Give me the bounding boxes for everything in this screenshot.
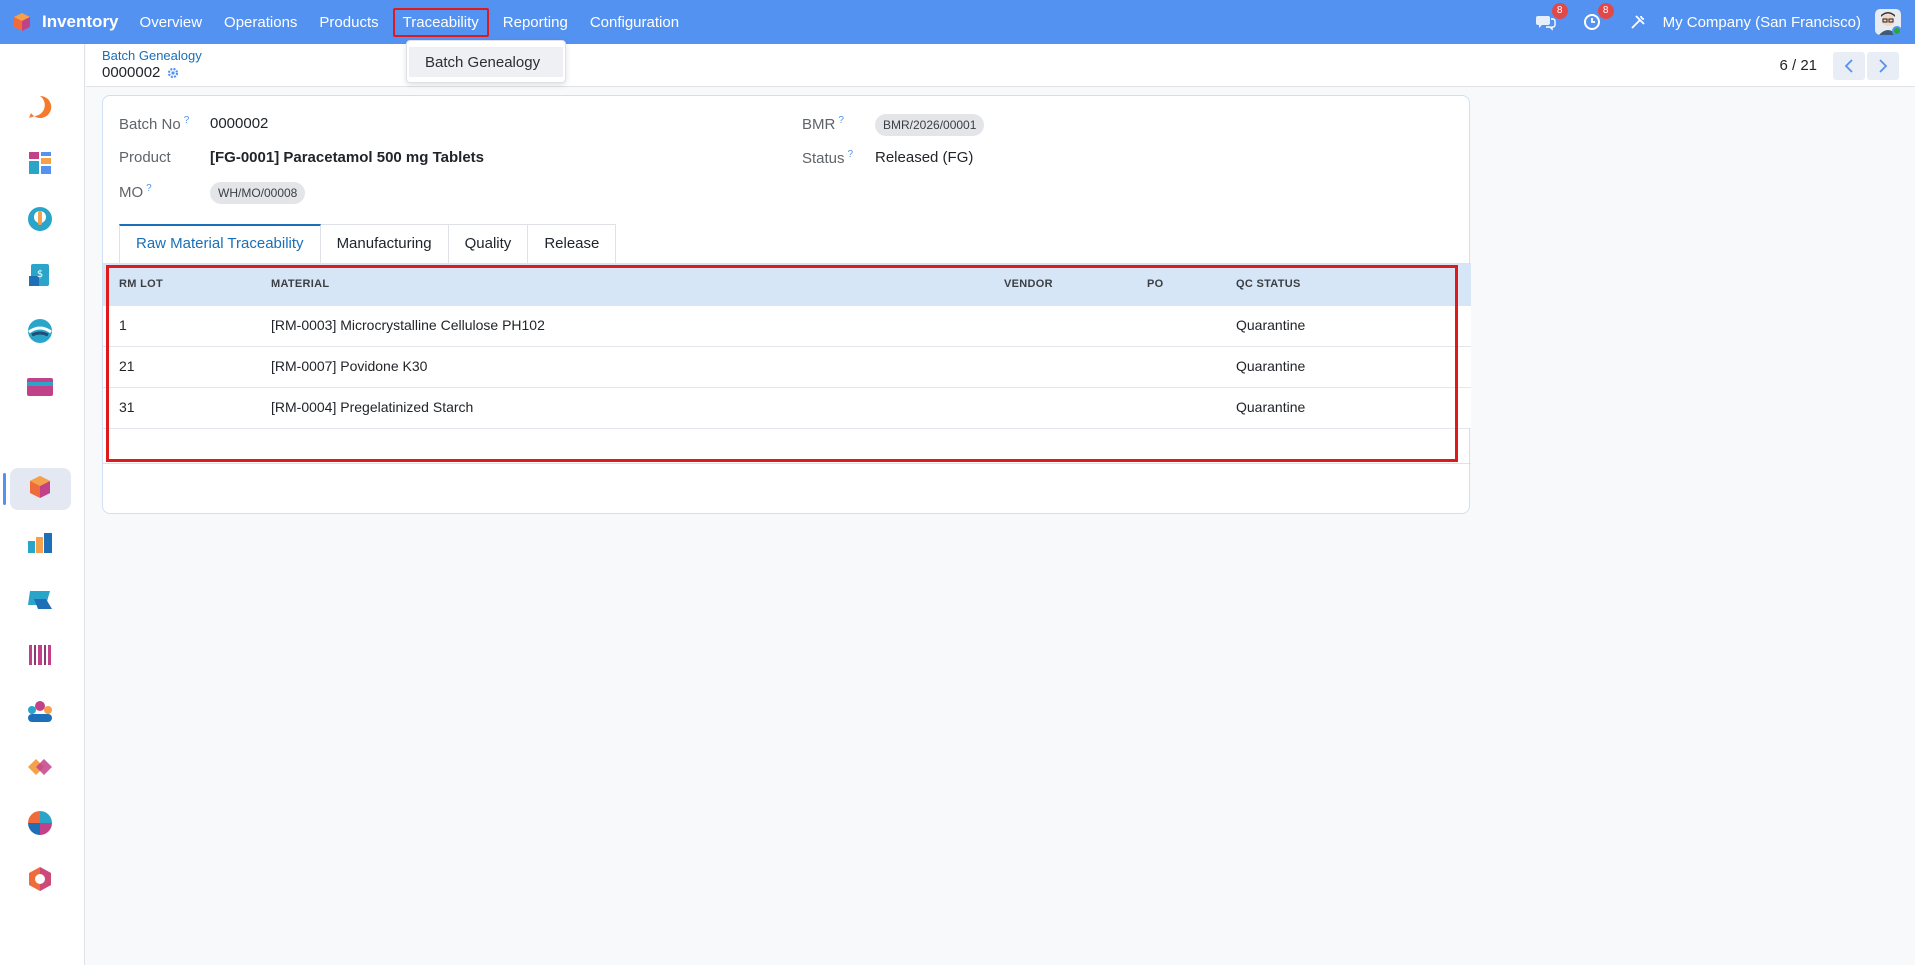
mo-tag[interactable]: WH/MO/00008 (210, 182, 306, 204)
accounting-icon[interactable] (25, 316, 55, 346)
table-row[interactable]: 1 [RM-0003] Microcrystalline Cellulose P… (103, 306, 1471, 347)
chat-button[interactable]: 8 (1535, 3, 1568, 33)
user-avatar[interactable] (1875, 9, 1901, 35)
bmr-tag[interactable]: BMR/2026/00001 (875, 114, 985, 136)
manufacturing-icon[interactable] (25, 528, 55, 558)
cell-rm-lot: 1 (119, 317, 127, 333)
active-app-indicator (3, 473, 6, 505)
product-label: Product (119, 149, 171, 166)
column-material[interactable]: MATERIAL (271, 278, 329, 290)
table-header: RM LOT MATERIAL VENDOR PO QC STATUS (103, 264, 1471, 306)
quality-icon[interactable] (25, 752, 55, 782)
employees-icon[interactable] (25, 696, 55, 726)
table-row[interactable]: 21 [RM-0007] Povidone K30 Quarantine (103, 347, 1471, 388)
cell-material: [RM-0007] Povidone K30 (271, 358, 428, 374)
cell-rm-lot: 31 (119, 399, 135, 415)
payments-icon[interactable] (25, 372, 55, 402)
app-name: Inventory (42, 12, 119, 31)
tab-raw-material-traceability[interactable]: Raw Material Traceability (119, 224, 321, 264)
column-rm-lot[interactable]: RM LOT (119, 278, 163, 290)
crm-icon[interactable] (25, 204, 55, 234)
notebook-tabs: Raw Material Traceability Manufacturing … (119, 224, 617, 264)
control-panel: Batch Genealogy 0000002 6 / 21 (86, 44, 1915, 87)
pager-value[interactable]: 6 / 21 (1779, 57, 1817, 74)
online-status-dot (1892, 26, 1901, 35)
pager-next-button[interactable] (1867, 52, 1899, 80)
help-icon[interactable]: ? (838, 115, 844, 126)
record-title: 0000002 (102, 64, 179, 81)
dashboards-icon[interactable] (25, 148, 55, 178)
menu-configuration[interactable]: Configuration (579, 8, 690, 37)
breadcrumb-current: 0000002 (102, 64, 161, 81)
purchase-icon[interactable] (25, 584, 55, 614)
svg-text:$: $ (37, 269, 43, 280)
help-icon[interactable]: ? (146, 183, 152, 194)
column-po[interactable]: PO (1147, 278, 1164, 290)
menu-products[interactable]: Products (308, 8, 389, 37)
chevron-right-icon (1879, 59, 1888, 73)
top-navbar: Inventory Overview Operations Products T… (0, 0, 1915, 44)
cell-qc-status: Quarantine (1236, 317, 1306, 333)
cell-qc-status: Quarantine (1236, 399, 1306, 415)
rm-traceability-table: RM LOT MATERIAL VENDOR PO QC STATUS 1 [R… (103, 263, 1471, 464)
cell-qc-status: Quarantine (1236, 358, 1306, 374)
menu-reporting[interactable]: Reporting (492, 8, 579, 37)
batch-no-label: Batch No? (119, 115, 190, 133)
breadcrumb-parent[interactable]: Batch Genealogy (102, 48, 202, 63)
company-switcher[interactable]: My Company (San Francisco) (1663, 14, 1861, 31)
column-qc-status[interactable]: QC STATUS (1236, 278, 1301, 290)
traceability-dropdown: Batch Genealogy (406, 40, 566, 83)
brand[interactable]: Inventory (12, 0, 119, 44)
clock-icon (1583, 14, 1600, 30)
gear-icon[interactable] (167, 67, 179, 79)
pager-previous-button[interactable] (1833, 52, 1865, 80)
help-icon[interactable]: ? (848, 149, 854, 160)
invoicing-icon[interactable]: $ (25, 260, 55, 290)
help-icon[interactable]: ? (184, 115, 190, 126)
settings-icon[interactable] (25, 864, 55, 894)
main-menu: Overview Operations Products Traceabilit… (129, 0, 691, 44)
apps-sidebar: $ (0, 44, 85, 965)
inventory-icon[interactable] (25, 472, 55, 502)
tab-release[interactable]: Release (528, 224, 617, 264)
discuss-icon[interactable] (25, 92, 55, 122)
barcode-icon[interactable] (25, 640, 55, 670)
bmr-label: BMR? (802, 115, 844, 133)
menu-overview[interactable]: Overview (129, 8, 214, 37)
chat-badge: 8 (1551, 3, 1568, 19)
cell-material: [RM-0004] Pregelatinized Starch (271, 399, 474, 415)
product-value[interactable]: [FG-0001] Paracetamol 500 mg Tablets (210, 149, 484, 166)
cell-material: [RM-0003] Microcrystalline Cellulose PH1… (271, 317, 545, 333)
menu-traceability[interactable]: Traceability (392, 7, 489, 37)
activity-button[interactable]: 8 (1581, 3, 1614, 33)
mo-label: MO? (119, 183, 152, 201)
cell-rm-lot: 21 (119, 358, 135, 374)
menu-operations[interactable]: Operations (213, 8, 308, 37)
tab-quality[interactable]: Quality (448, 224, 529, 264)
form-sheet: Batch No? 0000002 Product [FG-0001] Para… (102, 95, 1471, 514)
status-value: Released (FG) (875, 149, 974, 166)
tools-button[interactable] (1627, 11, 1649, 33)
systray: 8 8 My Company (San Francisco) (1535, 0, 1915, 44)
tab-manufacturing[interactable]: Manufacturing (320, 224, 449, 264)
dropdown-item-batch-genealogy[interactable]: Batch Genealogy (409, 47, 563, 77)
status-label: Status? (802, 149, 854, 167)
tools-icon (1630, 15, 1645, 29)
column-vendor[interactable]: VENDOR (1004, 278, 1053, 290)
table-row[interactable]: 31 [RM-0004] Pregelatinized Starch Quara… (103, 388, 1471, 429)
batch-no-value[interactable]: 0000002 (210, 115, 268, 132)
maintenance-icon[interactable] (25, 808, 55, 838)
activity-badge: 8 (1597, 3, 1614, 19)
inventory-logo-icon (14, 13, 30, 31)
chevron-left-icon (1844, 59, 1853, 73)
